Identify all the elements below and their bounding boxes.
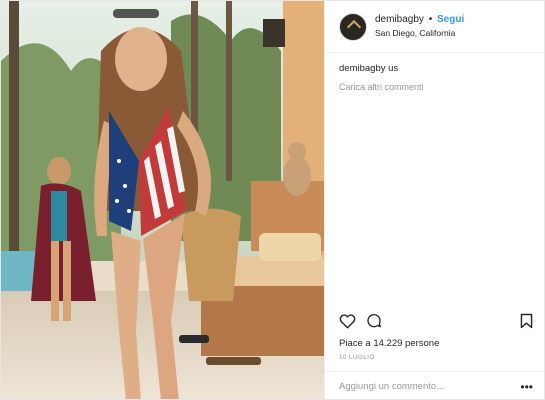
follow-button[interactable]: Segui xyxy=(437,14,464,25)
caption-username[interactable]: demibagby xyxy=(339,63,385,74)
avatar[interactable] xyxy=(339,12,367,41)
post-header: demibagby • Segui San Diego, California xyxy=(325,1,544,53)
heart-icon[interactable] xyxy=(339,313,356,334)
comments-section: demibagby us Carica altri commenti xyxy=(325,53,544,102)
post-sidebar: demibagby • Segui San Diego, California … xyxy=(324,1,544,399)
header-text: demibagby • Segui San Diego, California xyxy=(375,14,464,38)
separator-dot: • xyxy=(428,14,433,26)
caption: demibagby us xyxy=(339,63,532,74)
header-line: demibagby • Segui xyxy=(375,14,464,26)
load-more-comments-button[interactable]: Carica altri commenti xyxy=(339,82,532,92)
username-link[interactable]: demibagby xyxy=(375,14,424,25)
instagram-post: demibagby • Segui San Diego, California … xyxy=(0,0,545,400)
caption-text: us xyxy=(388,63,399,74)
bookmark-icon[interactable] xyxy=(520,313,533,334)
post-photo[interactable] xyxy=(1,1,324,399)
comment-input[interactable] xyxy=(339,381,521,392)
comment-icon[interactable] xyxy=(366,313,382,334)
action-bar xyxy=(339,313,533,335)
likes-count[interactable]: Piace a 14.229 persone xyxy=(339,338,439,349)
add-comment-bar: ••• xyxy=(325,371,544,399)
more-options-icon[interactable]: ••• xyxy=(520,380,533,394)
post-date[interactable]: 10 LUGLIO xyxy=(339,354,375,361)
location-link[interactable]: San Diego, California xyxy=(375,28,464,38)
post-photo-image xyxy=(1,1,324,399)
